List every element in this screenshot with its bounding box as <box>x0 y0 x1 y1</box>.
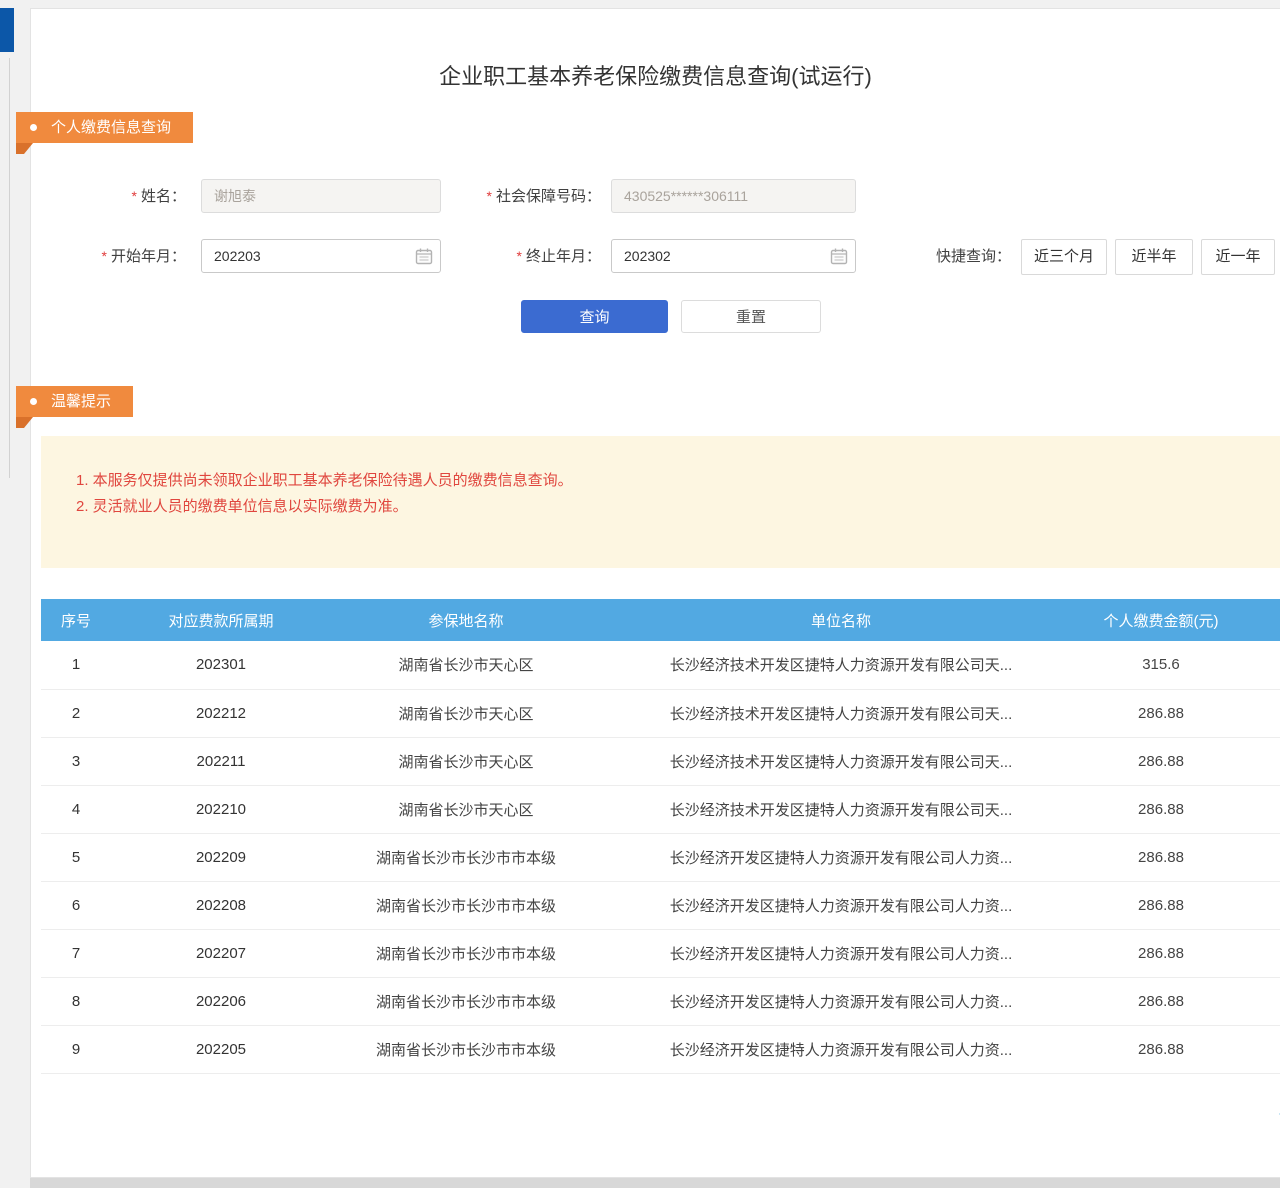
required-asterisk: * <box>517 248 522 264</box>
calendar-icon[interactable] <box>415 247 433 265</box>
table-cell: 202209 <box>111 833 331 881</box>
table-cell: 长沙经济开发区捷特人力资源开发有限公司人力资... <box>601 929 1081 977</box>
table-cell: 湖南省长沙市天心区 <box>331 737 601 785</box>
table-cell: 202206 <box>111 977 331 1025</box>
table-cell: 长沙经济技术开发区捷特人力资源开发有限公司天... <box>601 689 1081 737</box>
table-row: 4202210湖南省长沙市天心区长沙经济技术开发区捷特人力资源开发有限公司天..… <box>41 785 1280 833</box>
table-cell: 315.6 <box>1081 641 1280 689</box>
double-chevron-left-icon[interactable] <box>1275 1093 1280 1135</box>
tips-notice-box: 1. 本服务仅提供尚未领取企业职工基本养老保险待遇人员的缴费信息查询。 2. 灵… <box>41 436 1280 568</box>
required-asterisk: * <box>487 188 492 204</box>
table-cell: 202205 <box>111 1025 331 1073</box>
query-button[interactable]: 查询 <box>521 300 668 333</box>
quick-option-halfyear[interactable]: 近半年 <box>1115 239 1193 275</box>
table-cell: 202211 <box>111 737 331 785</box>
table-cell: 湖南省长沙市天心区 <box>331 641 601 689</box>
bottom-divider <box>30 1178 1280 1188</box>
end-month-label: *终止年月： <box>451 239 601 273</box>
tips-line: 1. 本服务仅提供尚未领取企业职工基本养老保险待遇人员的缴费信息查询。 <box>76 468 1260 494</box>
name-input[interactable] <box>201 179 441 213</box>
table-cell: 9 <box>41 1025 111 1073</box>
section-badge-label: 个人缴费信息查询 <box>51 119 171 136</box>
table-cell: 202207 <box>111 929 331 977</box>
table-cell: 6 <box>41 881 111 929</box>
name-label: *姓名： <box>51 179 186 213</box>
table-cell: 湖南省长沙市长沙市市本级 <box>331 833 601 881</box>
table-cell: 286.88 <box>1081 785 1280 833</box>
table-cell: 202301 <box>111 641 331 689</box>
ssn-input[interactable] <box>611 179 856 213</box>
table-cell: 长沙经济开发区捷特人力资源开发有限公司人力资... <box>601 881 1081 929</box>
table-row: 9202205湖南省长沙市长沙市市本级长沙经济开发区捷特人力资源开发有限公司人力… <box>41 1025 1280 1073</box>
end-month-input[interactable] <box>611 239 856 273</box>
bullet-dot-icon <box>30 398 37 405</box>
column-header-period: 对应费款所属期 <box>111 599 331 641</box>
table-cell: 长沙经济技术开发区捷特人力资源开发有限公司天... <box>601 737 1081 785</box>
quick-option-1year[interactable]: 近一年 <box>1201 239 1275 275</box>
payment-records-table: 序号 对应费款所属期 参保地名称 单位名称 个人缴费金额(元) 1202301湖… <box>41 599 1280 1074</box>
table-cell: 2 <box>41 689 111 737</box>
table-row: 8202206湖南省长沙市长沙市市本级长沙经济开发区捷特人力资源开发有限公司人力… <box>41 977 1280 1025</box>
quick-option-3months[interactable]: 近三个月 <box>1021 239 1107 275</box>
table-cell: 长沙经济技术开发区捷特人力资源开发有限公司天... <box>601 785 1081 833</box>
table-cell: 湖南省长沙市长沙市市本级 <box>331 881 601 929</box>
page-title: 企业职工基本养老保险缴费信息查询(试运行) <box>31 59 1280 91</box>
section-badge-tips: 温馨提示 <box>16 386 133 417</box>
table-cell: 湖南省长沙市长沙市市本级 <box>331 977 601 1025</box>
table-cell: 286.88 <box>1081 977 1280 1025</box>
table-cell: 5 <box>41 833 111 881</box>
sidebar-collapsed-tab[interactable] <box>0 8 14 52</box>
table-cell: 3 <box>41 737 111 785</box>
table-cell: 202212 <box>111 689 331 737</box>
table-cell: 长沙经济开发区捷特人力资源开发有限公司人力资... <box>601 833 1081 881</box>
table-body: 1202301湖南省长沙市天心区长沙经济技术开发区捷特人力资源开发有限公司天..… <box>41 641 1280 1073</box>
table-row: 2202212湖南省长沙市天心区长沙经济技术开发区捷特人力资源开发有限公司天..… <box>41 689 1280 737</box>
table-cell: 长沙经济技术开发区捷特人力资源开发有限公司天... <box>601 641 1081 689</box>
table-cell: 湖南省长沙市天心区 <box>331 785 601 833</box>
required-asterisk: * <box>132 188 137 204</box>
sidebar-edge-divider <box>9 58 10 478</box>
table-cell: 202210 <box>111 785 331 833</box>
table-cell: 湖南省长沙市天心区 <box>331 689 601 737</box>
quick-query-label: 快捷查询： <box>901 240 1011 274</box>
tips-line: 2. 灵活就业人员的缴费单位信息以实际缴费为准。 <box>76 494 1260 520</box>
column-header-employer: 单位名称 <box>601 599 1081 641</box>
table-cell: 长沙经济开发区捷特人力资源开发有限公司人力资... <box>601 977 1081 1025</box>
column-header-region: 参保地名称 <box>331 599 601 641</box>
table-row: 6202208湖南省长沙市长沙市市本级长沙经济开发区捷特人力资源开发有限公司人力… <box>41 881 1280 929</box>
start-month-label: *开始年月： <box>51 239 186 273</box>
table-row: 1202301湖南省长沙市天心区长沙经济技术开发区捷特人力资源开发有限公司天..… <box>41 641 1280 689</box>
reset-button[interactable]: 重置 <box>681 300 821 333</box>
table-cell: 8 <box>41 977 111 1025</box>
table-cell: 202208 <box>111 881 331 929</box>
table-row: 7202207湖南省长沙市长沙市市本级长沙经济开发区捷特人力资源开发有限公司人力… <box>41 929 1280 977</box>
main-panel: 企业职工基本养老保险缴费信息查询(试运行) *姓名： *社会保障号码： *开始年… <box>30 8 1280 1178</box>
table-cell: 1 <box>41 641 111 689</box>
section-badge-label: 温馨提示 <box>51 393 111 410</box>
start-month-input[interactable] <box>201 239 441 273</box>
ssn-label: *社会保障号码： <box>451 179 601 213</box>
table-cell: 286.88 <box>1081 929 1280 977</box>
column-header-index: 序号 <box>41 599 111 641</box>
table-cell: 湖南省长沙市长沙市市本级 <box>331 1025 601 1073</box>
section-badge-personal-query: 个人缴费信息查询 <box>16 112 193 143</box>
column-header-amount: 个人缴费金额(元) <box>1081 599 1280 641</box>
bullet-dot-icon <box>30 124 37 131</box>
required-asterisk: * <box>102 248 107 264</box>
calendar-icon[interactable] <box>830 247 848 265</box>
table-header-row: 序号 对应费款所属期 参保地名称 单位名称 个人缴费金额(元) <box>41 599 1280 641</box>
table-cell: 286.88 <box>1081 881 1280 929</box>
table-cell: 286.88 <box>1081 689 1280 737</box>
table-cell: 湖南省长沙市长沙市市本级 <box>331 929 601 977</box>
table-row: 3202211湖南省长沙市天心区长沙经济技术开发区捷特人力资源开发有限公司天..… <box>41 737 1280 785</box>
table-row: 5202209湖南省长沙市长沙市市本级长沙经济开发区捷特人力资源开发有限公司人力… <box>41 833 1280 881</box>
table-cell: 4 <box>41 785 111 833</box>
table-cell: 长沙经济开发区捷特人力资源开发有限公司人力资... <box>601 1025 1081 1073</box>
table-cell: 7 <box>41 929 111 977</box>
table-cell: 286.88 <box>1081 833 1280 881</box>
table-cell: 286.88 <box>1081 737 1280 785</box>
table-cell: 286.88 <box>1081 1025 1280 1073</box>
